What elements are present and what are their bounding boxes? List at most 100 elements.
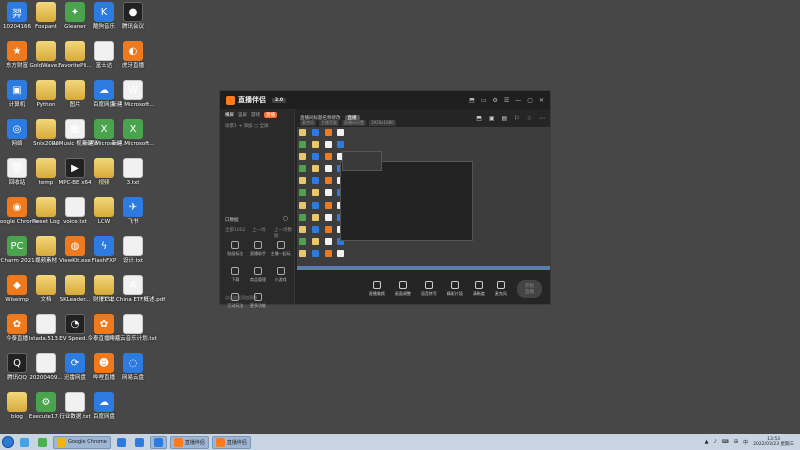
desktop-icon[interactable]: voice.txt [60, 196, 90, 232]
desktop-icon[interactable]: ◌ 网易云盘 [118, 352, 148, 388]
desktop-icon[interactable]: Python [31, 79, 61, 115]
sidebar-footer[interactable]: 点击这里添加直播 [225, 295, 257, 301]
desktop-icon[interactable]: ▣ 计算机 [2, 79, 32, 115]
desktop-icon[interactable]: Tweet Log [31, 196, 61, 232]
desktop-icon[interactable]: 财报汇总 [89, 274, 119, 310]
desktop-icon[interactable]: 图片 [60, 79, 90, 115]
minimize-button[interactable]: — [515, 97, 521, 104]
desktop-icon[interactable]: PCPyCharm 2021.3 [0, 235, 40, 271]
desktop-icon[interactable]: ☁ 百度网盘 [89, 79, 119, 115]
taskbar-button[interactable] [114, 436, 129, 449]
desktop-icon[interactable]: 3.txt [118, 157, 148, 193]
desktop-icon[interactable]: X 新建 Microsoft... [111, 118, 155, 154]
more-icon[interactable]: ⋯ [539, 115, 545, 122]
ime-indicator[interactable]: 中 [743, 439, 748, 446]
desktop-icon[interactable]: 20200409... [29, 352, 63, 388]
quality-button[interactable]: 清晰度 [473, 281, 485, 297]
desktop-icon[interactable]: 网易云音乐计划.txt [109, 313, 157, 349]
stream-preview[interactable] [297, 127, 550, 270]
menu-icon[interactable]: ☰ [504, 97, 509, 104]
tab-game[interactable]: 游戏 [251, 112, 260, 118]
room-setting[interactable]: 直播间设置 [342, 120, 366, 126]
desktop-icon[interactable]: blog [2, 391, 32, 427]
desktop-icon[interactable]: GoldWave... [30, 40, 63, 76]
taskbar-button[interactable]: 直播伴侣 [169, 435, 209, 449]
desktop-icon[interactable]: ● 腾讯会议 [118, 1, 148, 37]
add-source-button[interactable]: + 添加 [238, 124, 252, 129]
list-icon[interactable]: ▤ [502, 115, 508, 122]
taskbar-button[interactable] [149, 435, 167, 449]
taskbar-button[interactable] [35, 436, 50, 449]
tool-stickers[interactable]: 贴画标注 [224, 241, 247, 257]
volume-setting[interactable]: 主播音量 [319, 120, 339, 126]
keyboard-icon[interactable]: ⌨ [722, 439, 729, 445]
settings-icon[interactable]: ⚙ [493, 97, 498, 104]
desktop-icon[interactable]: ✿ 今泰直播中控 [88, 313, 121, 349]
tool-mini-games[interactable]: 小游戏 [269, 267, 292, 283]
tool-assistant[interactable]: 直播助手 [247, 241, 270, 257]
desktop-icon[interactable]: ⚙ Execute17... [29, 391, 63, 427]
desktop-icon[interactable]: ⟳ 迅雷网盘 [60, 352, 90, 388]
tool-products[interactable]: 商品管理 [247, 267, 270, 283]
desktop-icon[interactable]: ◐ 虎牙直播 [118, 40, 148, 76]
flag-icon[interactable]: ⚐ [514, 115, 519, 122]
clips-button[interactable]: 精彩片段 [447, 281, 463, 297]
desktop-icon[interactable]: 🗑 回收站 [2, 157, 32, 193]
taskbar-button[interactable]: 直播伴侣 [211, 435, 251, 449]
desktop-icon[interactable]: 文档 [31, 274, 61, 310]
skin-icon[interactable]: ⬒ [469, 97, 475, 104]
desktop-icon[interactable]: W 新建 Microsoft... [111, 79, 155, 115]
desktop-icon[interactable]: ◎ 网络 [2, 118, 32, 154]
desktop-icon[interactable]: ▶ MPC-BE x64 [59, 157, 91, 193]
desktop-icon[interactable]: ◍ ViewKit.exe [59, 235, 91, 271]
desktop-icon[interactable]: Snix2020 [31, 118, 61, 154]
fullscreen-source[interactable]: ▢ 全屏 [254, 124, 269, 129]
tray-expand-icon[interactable]: ▲ [705, 439, 709, 445]
desktop-icon[interactable]: K 酷狗音乐 [89, 1, 119, 37]
close-button[interactable]: ✕ [539, 97, 544, 104]
desktop-icon[interactable]: 羿 10204166 [2, 1, 32, 37]
start-live-button[interactable]: 开始直播 [516, 280, 542, 298]
desktop-icon[interactable]: ☁ 百度网盘 [89, 391, 119, 427]
desktop-icon[interactable]: 设计.txt [118, 235, 148, 271]
desktop-icon[interactable]: Istada.513... [29, 313, 63, 349]
tab-portrait[interactable]: 竖屏 [238, 112, 247, 118]
desktop-icon[interactable]: ☻ 哔哩直播 [89, 352, 119, 388]
taskbar-button[interactable] [17, 436, 32, 449]
share-screen-icon[interactable]: ⬒ [476, 115, 482, 122]
tool-download[interactable]: 下载 [224, 267, 247, 283]
desktop-icon[interactable]: 视频 [89, 157, 119, 193]
desktop-icon[interactable]: 富士达 [89, 40, 119, 76]
desktop-icon[interactable]: 行业数据.txt [59, 391, 91, 427]
layout-icon[interactable]: ▭ [481, 97, 487, 104]
taskbar-button[interactable]: Google Chrome [53, 435, 111, 449]
network-icon[interactable]: ⊞ [734, 439, 738, 445]
desktop-icon[interactable]: temp [31, 157, 61, 193]
desktop-icon[interactable]: 视频素材 [31, 235, 61, 271]
clock[interactable]: 13:53 2022/03/23 星期三 [753, 437, 794, 447]
desktop-icon[interactable]: SKLeader... [60, 274, 90, 310]
maximize-button[interactable]: ▢ [527, 97, 533, 104]
desktop-icon[interactable]: ▦ ReMusic 视频编辑 [52, 118, 98, 154]
desktop-icon[interactable]: ◉Google Chrome [0, 196, 38, 232]
desktop-icon[interactable]: FavoritePli... [58, 40, 92, 76]
tab-live[interactable]: 直播 [264, 112, 277, 118]
adjust-button[interactable]: 画面调整 [395, 281, 411, 297]
layout-icon[interactable]: ▣ [489, 115, 495, 122]
beauty-button[interactable]: 直播美颜 [369, 281, 385, 297]
desktop-icon[interactable]: LCW [89, 196, 119, 232]
volume-icon[interactable]: ♪ [713, 439, 716, 445]
resolution-setting[interactable]: 1920x1080 [369, 120, 396, 126]
microphone-button[interactable]: 麦克风 [495, 281, 507, 297]
tool-play-together[interactable]: 主播一起玩 [269, 241, 292, 257]
desktop-icon[interactable]: ✦ Gleaner [60, 1, 90, 37]
desktop-icon[interactable]: Q 腾讯QQ [2, 352, 32, 388]
desktop-icon[interactable]: ★ 东方财富 [2, 40, 32, 76]
scene-label[interactable]: 场景1 [225, 124, 237, 129]
desktop-icon[interactable]: ϟ FlashFXP [89, 235, 119, 271]
desktop-icon[interactable]: ◔ EV Speed... [59, 313, 91, 349]
desktop-icon[interactable]: ◆ Wiseimp [2, 274, 32, 310]
tab-landscape[interactable]: 横屏 [225, 112, 234, 118]
refresh-icon[interactable]: ○ [283, 215, 288, 222]
transcribe-button[interactable]: 语音转写 [421, 281, 437, 297]
